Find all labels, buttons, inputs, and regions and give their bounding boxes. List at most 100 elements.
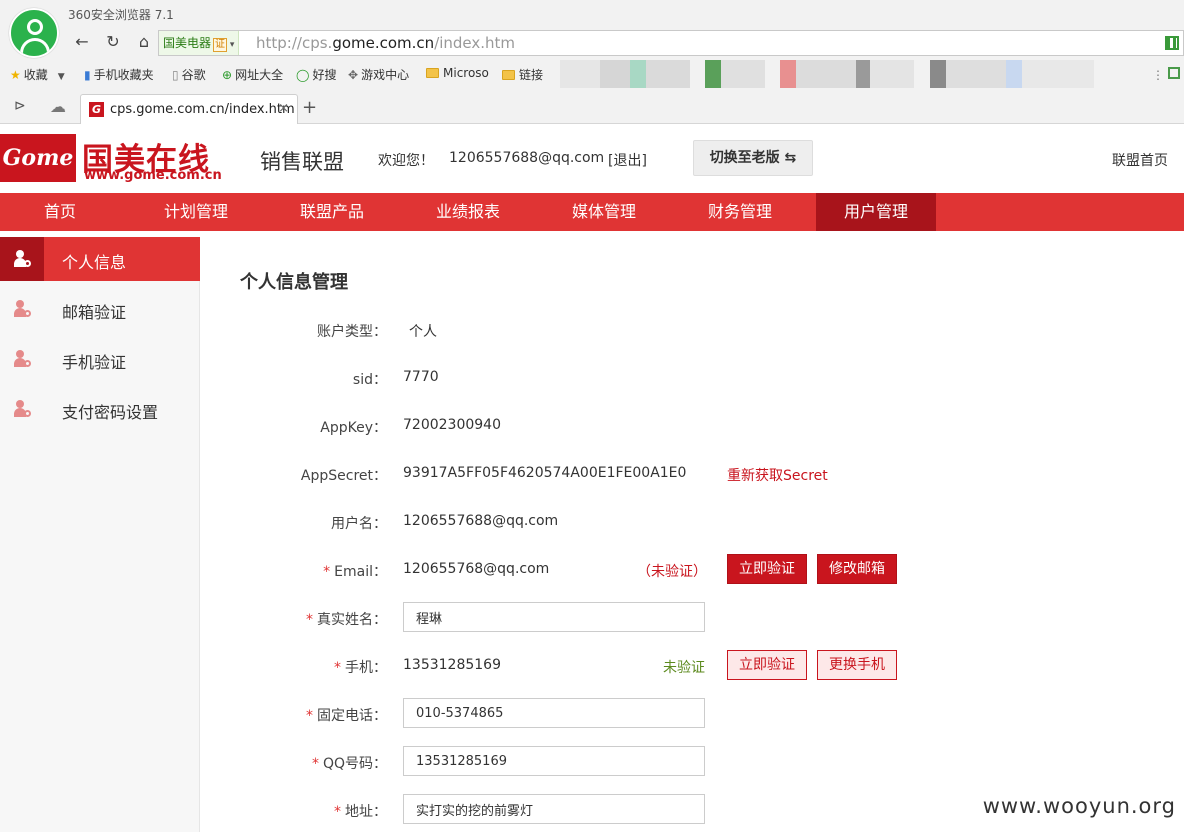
url-host: gome.com.cn xyxy=(332,34,435,52)
nav-user-management[interactable]: 用户管理 xyxy=(816,193,936,231)
realname-label: * 真实姓名： xyxy=(306,612,387,628)
address-input[interactable] xyxy=(403,794,705,824)
landline-label: * 固定电话： xyxy=(306,708,387,724)
blurred-bookmark xyxy=(796,60,856,88)
browser-chrome: 360安全浏览器 7.1 ← ↻ ⌂ 国美电器证 ▾ http://cps.go… xyxy=(0,0,1184,124)
tab-title: cps.gome.com.cn/index.htm xyxy=(110,102,295,117)
browser-title: 360安全浏览器 7.1 xyxy=(68,8,174,22)
sidebar-item-phone-verify[interactable]: 手机验证 xyxy=(0,337,200,381)
required-mark: * xyxy=(334,660,341,676)
sidebar-item-label: 个人信息 xyxy=(62,253,127,272)
site-badge-label: 国美电器 xyxy=(163,36,212,50)
nav-products[interactable]: 联盟产品 xyxy=(264,193,400,231)
blurred-bookmark xyxy=(646,60,690,88)
realname-input[interactable] xyxy=(403,602,705,632)
nav-home[interactable]: 首页 xyxy=(0,193,120,231)
gome-logo[interactable]: Gome 国美在线 www.gome.com.cn xyxy=(0,134,224,184)
more-icon[interactable]: ⋮ xyxy=(1152,68,1164,82)
address-label: * 地址： xyxy=(334,804,387,820)
blurred-bookmark xyxy=(705,60,721,88)
cloud-icon[interactable]: ☁ xyxy=(50,97,66,116)
home-icon[interactable]: ⌂ xyxy=(132,31,156,53)
phone-value: 13531285169 xyxy=(403,657,501,673)
username-label: 用户名： xyxy=(331,516,387,532)
blurred-bookmark xyxy=(870,60,914,88)
required-mark: * xyxy=(334,804,341,820)
bookmark-haosou[interactable]: ◯ 好搜 xyxy=(296,66,336,83)
switch-old-version-button[interactable]: 切换至老版 ⇆ xyxy=(693,140,813,176)
gamepad-icon: ✥ xyxy=(348,68,359,82)
account-type-label: 账户类型： xyxy=(317,324,387,340)
phone-status-badge: 未验证 xyxy=(663,660,705,676)
certificate-icon: 证 xyxy=(213,38,228,52)
blurred-bookmark xyxy=(1022,60,1094,88)
nav-finance[interactable]: 财务管理 xyxy=(672,193,808,231)
blurred-bookmark xyxy=(560,60,600,88)
bookmark-links[interactable]: 链接 xyxy=(502,66,543,83)
blurred-bookmark xyxy=(1006,60,1022,88)
sidebar-toggle-icon[interactable]: ⊳ xyxy=(14,98,26,114)
landline-input[interactable] xyxy=(403,698,705,728)
logout-link[interactable]: [退出] xyxy=(608,150,647,170)
required-mark: * xyxy=(306,708,313,724)
folder-icon xyxy=(426,68,439,78)
sidebar-item-profile[interactable]: 个人信息 xyxy=(0,237,200,281)
email-label: * Email： xyxy=(323,564,387,580)
sidebar-item-label: 邮箱验证 xyxy=(62,303,127,322)
bookmark-google[interactable]: ▯ 谷歌 xyxy=(172,66,206,83)
required-mark: * xyxy=(323,564,331,580)
page-title: 个人信息管理 xyxy=(240,272,348,293)
profile-panel: 个人信息管理 账户类型： 个人 sid： 7770 AppKey： 720023… xyxy=(201,231,1184,832)
sidebar-item-pay-password[interactable]: 支付密码设置 xyxy=(0,387,200,431)
blurred-bookmark xyxy=(630,60,646,88)
bookmark-games[interactable]: ✥ 游戏中心 xyxy=(348,66,409,83)
required-mark: * xyxy=(311,756,319,772)
bookmark-microsoft[interactable]: Microso xyxy=(426,66,489,80)
user-avatar-icon[interactable] xyxy=(9,8,59,58)
verify-phone-button[interactable]: 立即验证 xyxy=(727,650,807,680)
sidebar-item-label: 手机验证 xyxy=(62,353,127,372)
address-bar[interactable]: 国美电器证 ▾ http://cps.gome.com.cn/index.htm xyxy=(158,30,1184,56)
change-email-button[interactable]: 修改邮箱 xyxy=(817,554,897,584)
change-phone-button[interactable]: 更换手机 xyxy=(817,650,897,680)
qq-input[interactable] xyxy=(403,746,705,776)
sid-value: 7770 xyxy=(403,369,439,385)
url-text[interactable]: http://cps.gome.com.cn/index.htm xyxy=(256,31,515,55)
sidebar: 个人信息 邮箱验证 手机验证 支付密码设置 xyxy=(0,237,200,832)
browser-tab[interactable]: G cps.gome.com.cn/index.htm × xyxy=(80,94,298,124)
blurred-bookmark xyxy=(780,60,796,88)
blurred-bookmark xyxy=(930,60,946,88)
page-icon: ▯ xyxy=(172,68,179,82)
username-value: 1206557688@qq.com xyxy=(403,513,559,529)
qr-code-icon[interactable] xyxy=(1165,36,1179,50)
star-icon: ★ xyxy=(10,68,21,82)
blurred-bookmark xyxy=(721,60,765,88)
verify-email-button[interactable]: 立即验证 xyxy=(727,554,807,584)
nav-reports[interactable]: 业绩报表 xyxy=(400,193,536,231)
close-tab-icon[interactable]: × xyxy=(278,101,289,116)
tab-strip: ⊳ ☁ G cps.gome.com.cn/index.htm × + xyxy=(0,92,1184,124)
refresh-secret-link[interactable]: 重新获取Secret xyxy=(727,465,828,485)
nav-plans[interactable]: 计划管理 xyxy=(128,193,264,231)
watermark: www.wooyun.org xyxy=(982,794,1176,818)
email-value: 120655768@qq.com xyxy=(403,561,550,577)
site-identity-badge[interactable]: 国美电器证 ▾ xyxy=(159,31,240,55)
bookmark-favorites[interactable]: ★ 收藏 ▼ xyxy=(10,66,65,83)
account-type-value: 个人 xyxy=(409,324,437,340)
bookmark-nav[interactable]: ⊕ 网址大全 xyxy=(222,66,283,83)
blurred-bookmark xyxy=(600,60,630,88)
user-gear-icon xyxy=(0,387,44,431)
reload-icon[interactable]: ↻ xyxy=(101,31,125,53)
appsecret-label: AppSecret： xyxy=(300,468,387,484)
bookmark-mobile[interactable]: ▮ 手机收藏夹 xyxy=(84,66,154,83)
appkey-value: 72002300940 xyxy=(403,417,501,433)
welcome-text: 欢迎您！ xyxy=(378,153,434,169)
url-scheme: http://cps. xyxy=(256,34,333,52)
alliance-home-link[interactable]: 联盟首页 xyxy=(1112,150,1168,170)
new-tab-button[interactable]: + xyxy=(302,97,317,118)
sidebar-item-email-verify[interactable]: 邮箱验证 xyxy=(0,287,200,331)
user-gear-icon xyxy=(0,287,44,331)
nav-media[interactable]: 媒体管理 xyxy=(536,193,672,231)
back-arrow-icon[interactable]: ← xyxy=(70,31,94,53)
extension-icon[interactable] xyxy=(1168,67,1180,79)
